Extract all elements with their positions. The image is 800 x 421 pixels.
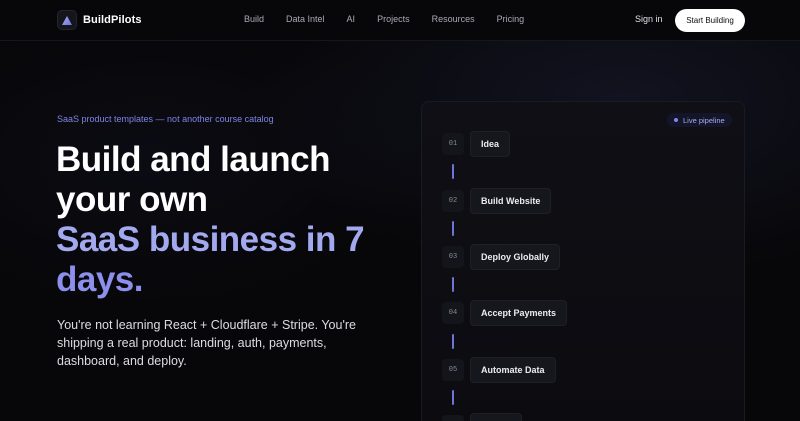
hero-eyebrow: SaaS product templates — not another cou… [57, 114, 274, 124]
nav-link-ai[interactable]: AI [347, 14, 356, 24]
pipeline-panel: Live pipeline 01 Idea 02 Build Website 0… [421, 101, 745, 421]
step-label: Deploy Globally [470, 244, 561, 270]
sign-in-link[interactable]: Sign in [635, 14, 663, 24]
step-connector [452, 277, 454, 292]
headline-line-1: Build and launch [56, 140, 330, 179]
brand-name: BuildPilots [83, 14, 142, 26]
step-connector [452, 221, 454, 236]
start-building-button[interactable]: Start Building [675, 9, 745, 32]
step-number: 05 [442, 359, 464, 381]
step-connector [452, 164, 454, 179]
live-dot-icon [674, 118, 678, 122]
pipeline-step-partial [442, 413, 522, 421]
pipeline-step[interactable]: 05 Automate Data [442, 357, 556, 383]
live-pipeline-label: Live pipeline [683, 115, 725, 125]
pipeline-step[interactable]: 04 Accept Payments [442, 300, 568, 326]
pipeline-step[interactable]: 01 Idea [442, 131, 511, 157]
step-number [442, 415, 464, 421]
step-label: Accept Payments [470, 300, 568, 326]
step-number: 04 [442, 302, 464, 324]
nav-link-pricing[interactable]: Pricing [497, 14, 525, 24]
headline-line-2: your own [56, 180, 208, 219]
nav-links: Build Data Intel AI Projects Resources P… [244, 14, 546, 24]
step-number: 02 [442, 190, 464, 212]
step-label: Idea [470, 131, 511, 157]
step-number: 01 [442, 133, 464, 155]
live-pipeline-badge: Live pipeline [667, 113, 732, 127]
step-connector [452, 334, 454, 349]
headline-line-3a: SaaS [56, 220, 140, 259]
headline-line-3b: business in 7 [148, 220, 365, 259]
step-label: Automate Data [470, 357, 556, 383]
step-label [470, 413, 522, 421]
brand[interactable]: BuildPilots [57, 10, 142, 30]
hero-subtext: You're not learning React + Cloudflare +… [57, 318, 356, 368]
step-label: Build Website [470, 188, 552, 214]
headline-line-4: days. [56, 260, 144, 299]
nav-link-data-intel[interactable]: Data Intel [286, 14, 325, 24]
step-connector [452, 390, 454, 405]
nav-link-projects[interactable]: Projects [377, 14, 410, 24]
hero-headline: Build and launch your own SaaS business … [56, 140, 426, 300]
pipeline-step[interactable]: 03 Deploy Globally [442, 244, 561, 270]
step-number: 03 [442, 246, 464, 268]
top-nav: BuildPilots Build Data Intel AI Projects… [0, 0, 800, 41]
nav-link-build[interactable]: Build [244, 14, 264, 24]
triangle-logo-icon [57, 10, 77, 30]
nav-link-resources[interactable]: Resources [432, 14, 475, 24]
pipeline-step[interactable]: 02 Build Website [442, 188, 552, 214]
